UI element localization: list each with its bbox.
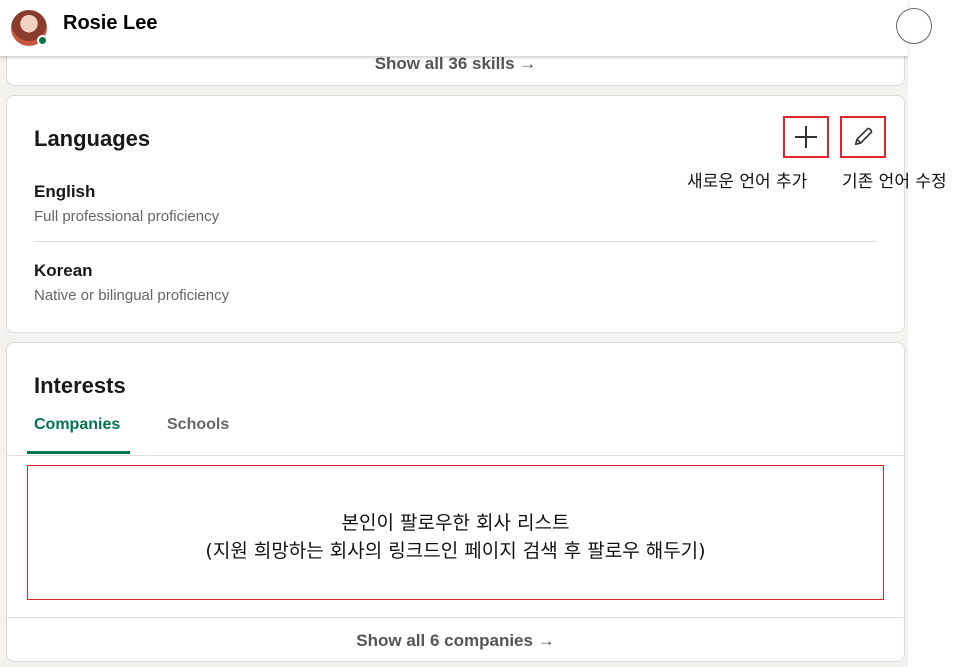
- edit-language-button[interactable]: [840, 116, 886, 158]
- sticky-profile-header: Rosie Lee: [0, 0, 908, 56]
- divider: [7, 455, 904, 456]
- annotation-line: 본인이 팔로우한 회사 리스트: [341, 512, 570, 534]
- divider: [34, 241, 877, 242]
- avatar[interactable]: [11, 10, 48, 46]
- languages-card: Languages English Full professional prof…: [6, 95, 905, 333]
- edit-language-annotation: 기존 언어 수정: [842, 172, 947, 192]
- add-language-button[interactable]: [783, 116, 829, 158]
- right-gutter: [908, 0, 966, 667]
- active-tab-indicator: [27, 451, 130, 454]
- show-all-skills-link[interactable]: Show all 36 skills →: [7, 54, 904, 74]
- interests-card: Interests Companies Schools 본인이 팔로우한 회사 …: [6, 342, 905, 662]
- more-button[interactable]: [896, 8, 932, 44]
- interests-title: Interests: [34, 373, 126, 398]
- language-name: English: [34, 182, 96, 201]
- divider: [7, 617, 904, 618]
- language-name: Korean: [34, 261, 93, 280]
- online-status-dot: [37, 35, 48, 46]
- tab-companies[interactable]: Companies: [34, 416, 120, 434]
- plus-icon: [795, 126, 817, 148]
- tab-schools[interactable]: Schools: [167, 416, 229, 434]
- show-all-companies-link[interactable]: Show all 6 companies →: [7, 631, 904, 651]
- annotation-line: (지원 희망하는 회사의 링크드인 페이지 검색 후 팔로우 해두기): [205, 540, 706, 562]
- profile-name[interactable]: Rosie Lee: [63, 12, 157, 35]
- add-language-annotation: 새로운 언어 추가: [687, 172, 808, 192]
- language-proficiency: Full professional proficiency: [34, 208, 220, 225]
- languages-title: Languages: [34, 126, 151, 151]
- pencil-icon: [854, 127, 873, 146]
- profile-page: Rosie Lee Show all 36 skills → Languages…: [0, 0, 966, 667]
- followed-companies-annotation-box: 본인이 팔로우한 회사 리스트 (지원 희망하는 회사의 링크드인 페이지 검색…: [27, 465, 884, 600]
- language-proficiency: Native or bilingual proficiency: [34, 287, 230, 304]
